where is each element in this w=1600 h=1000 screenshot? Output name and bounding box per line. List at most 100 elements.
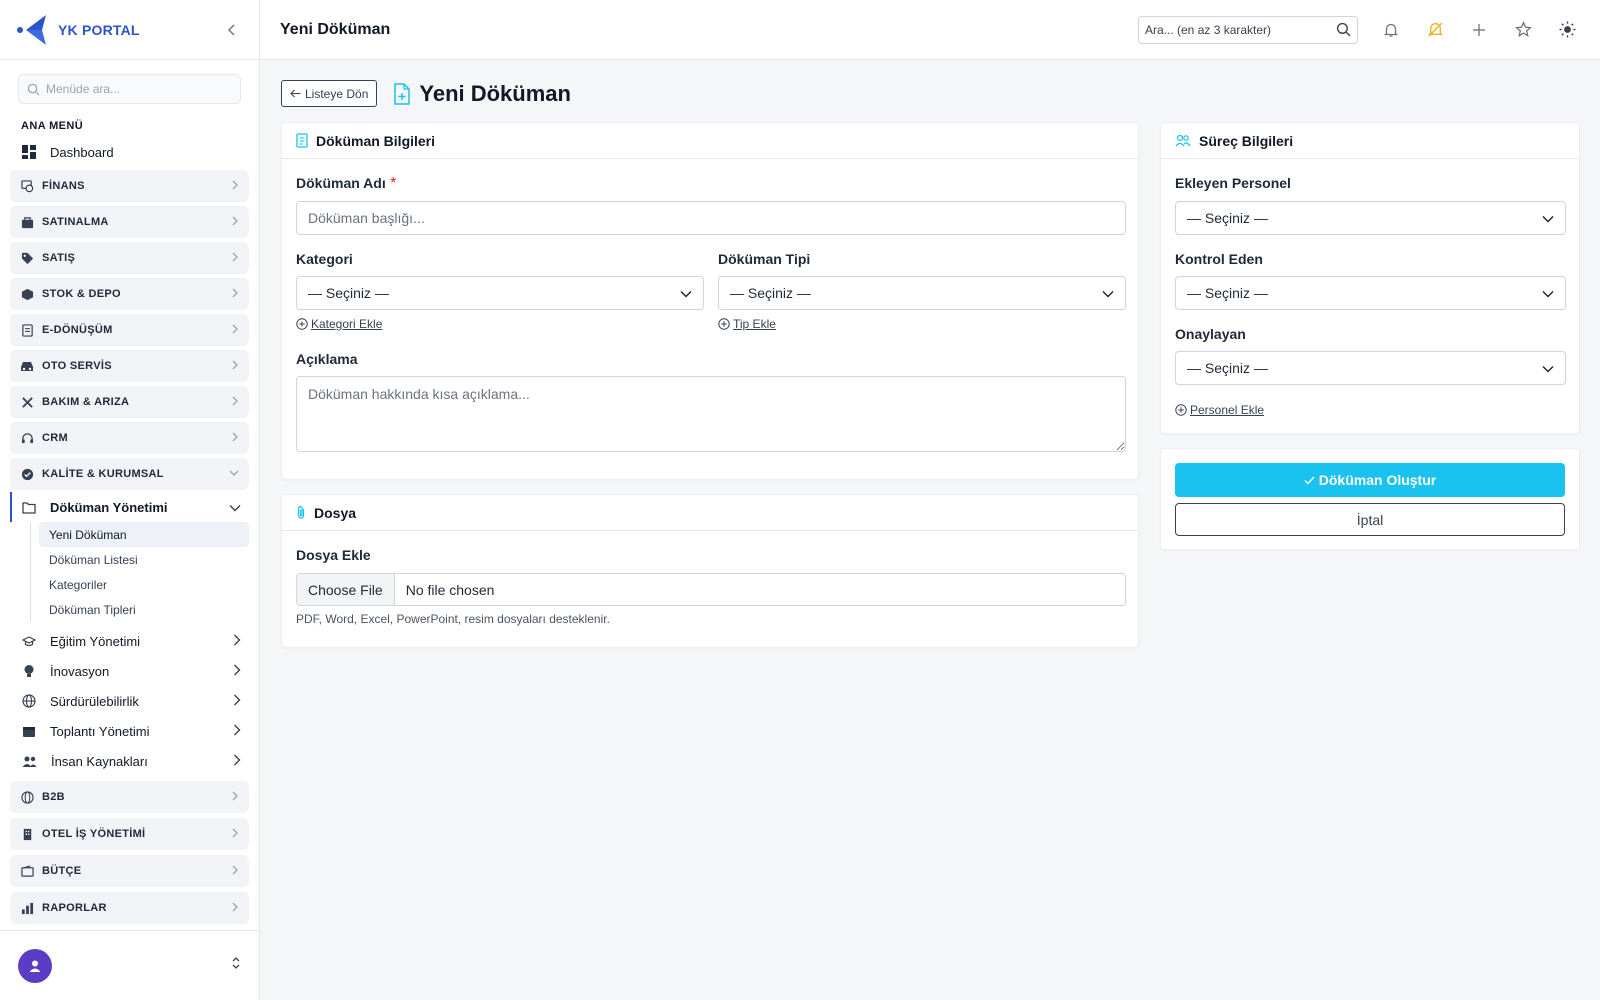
sidebar-group-raporlar[interactable]: RAPORLAR (10, 892, 249, 924)
sidebar-group-label: SATIŞ (42, 252, 76, 264)
add-category-link[interactable]: Kategori Ekle (296, 317, 382, 331)
chevron-up-down-icon (232, 957, 240, 969)
sidebar-leaf-dokuman-listesi[interactable]: Döküman Listesi (39, 547, 249, 572)
sidebar-group-satinalma[interactable]: SATINALMA (10, 206, 249, 238)
sidebar-item-dokuman-yonetimi[interactable]: Döküman Yönetimi (10, 492, 249, 522)
dashboard-icon (22, 145, 36, 159)
sidebar-group-label: KALİTE & KURUMSAL (42, 468, 164, 480)
chevron-right-icon (231, 828, 239, 841)
sidebar-group-butce[interactable]: BÜTÇE (10, 855, 249, 887)
sidebar-group-oto-servis[interactable]: OTO SERVİS (10, 350, 249, 382)
add-type-link[interactable]: Tip Ekle (718, 317, 776, 331)
approver-select-wrap: — Seçiniz — (1175, 351, 1566, 385)
chevron-right-icon (233, 664, 241, 679)
file-text-icon (296, 133, 308, 148)
chevron-right-icon (231, 252, 239, 265)
user-menu-toggle[interactable] (231, 956, 241, 975)
cancel-button[interactable]: İptal (1175, 503, 1565, 536)
sidebar-item-insan-kaynaklari[interactable]: İnsan Kaynakları (10, 746, 249, 776)
sidebar-group-stok-depo[interactable]: STOK & DEPO (10, 278, 249, 310)
sun-icon[interactable] (1554, 17, 1580, 43)
process-info-card: Süreç Bilgileri Ekleyen Personel — Seçin… (1160, 122, 1580, 434)
add-category-label: Kategori Ekle (311, 317, 383, 331)
sidebar-leaf-kategoriler[interactable]: Kategoriler (39, 572, 249, 597)
chevron-down-icon (1542, 285, 1554, 301)
bell-off-icon[interactable] (1422, 17, 1448, 43)
document-icon (20, 323, 34, 337)
card-header: Dosya (282, 495, 1138, 531)
sidebar-group-e-donusum[interactable]: E-DÖNÜŞÜM (10, 314, 249, 346)
sidebar-leaf-dokuman-tipleri[interactable]: Döküman Tipleri (39, 597, 249, 622)
approver-label: Onaylayan (1175, 326, 1246, 342)
bar-chart-icon (20, 901, 34, 915)
brand-name: YK PORTAL (58, 21, 140, 38)
search-icon (1336, 22, 1351, 37)
page-title-text: Yeni Döküman (419, 80, 571, 106)
logo-icon (16, 13, 50, 47)
star-icon[interactable] (1510, 17, 1536, 43)
choose-file-button[interactable]: Choose File (297, 574, 395, 605)
approver-select[interactable]: — Seçiniz — (1175, 351, 1566, 385)
description-label: Açıklama (296, 351, 358, 367)
document-type-select-wrap: — Seçiniz — (718, 276, 1126, 310)
submenu-list: Eğitim Yönetimi İnovasyon Sürdürülebilir… (0, 626, 259, 776)
sidebar-group-finans[interactable]: FİNANS (10, 170, 249, 202)
chevron-left-icon (228, 24, 235, 35)
sidebar-group-bakim-ariza[interactable]: BAKIM & ARIZA (10, 386, 249, 418)
notification-bell-icon[interactable] (1378, 17, 1404, 43)
card-title: Süreç Bilgileri (1199, 132, 1294, 149)
chevron-right-icon (231, 396, 239, 409)
sidebar-item-surdurulebilirlik[interactable]: Sürdürülebilirlik (10, 686, 249, 716)
document-type-select-value: — Seçiniz — (730, 285, 811, 301)
file-input[interactable]: Choose File No file chosen (296, 573, 1126, 606)
document-name-input[interactable] (296, 201, 1126, 235)
file-input-wrap: Choose File No file chosen (296, 573, 1126, 606)
document-subtree: Yeni Döküman Döküman Listesi Kategoriler… (30, 522, 259, 622)
menu-search-input[interactable] (46, 82, 226, 96)
back-to-list-button[interactable]: Listeye Dön (281, 80, 378, 107)
sidebar-item-inovasyon[interactable]: İnovasyon (10, 656, 249, 686)
sidebar-group-satis[interactable]: SATIŞ (10, 242, 249, 274)
controller-select-wrap: — Seçiniz — (1175, 276, 1566, 310)
add-personnel-link[interactable]: Personel Ekle (1175, 403, 1264, 417)
sidebar-item-egitim[interactable]: Eğitim Yönetimi (10, 626, 249, 656)
chevron-right-icon (233, 694, 241, 709)
sidebar-item-toplanti[interactable]: Toplantı Yönetimi (10, 716, 249, 746)
global-search-input[interactable] (1145, 22, 1336, 37)
card-title: Dosya (314, 504, 357, 521)
document-type-label: Döküman Tipi (718, 251, 811, 267)
add-type-label: Tip Ekle (733, 317, 776, 331)
adder-select-wrap: — Seçiniz — (1175, 201, 1566, 235)
category-select[interactable]: — Seçiniz — (296, 276, 704, 310)
plus-icon[interactable] (1466, 17, 1492, 43)
adder-select[interactable]: — Seçiniz — (1175, 201, 1566, 235)
document-type-select[interactable]: — Seçiniz — (718, 276, 1126, 310)
sidebar-collapse-button[interactable] (221, 19, 243, 41)
sidebar-group-label: STOK & DEPO (42, 288, 121, 300)
file-plus-icon (394, 82, 411, 105)
chevron-right-icon (231, 865, 239, 878)
sidebar-group-b2b[interactable]: B2B (10, 781, 249, 813)
sidebar-group-kalite-kurumsal[interactable]: KALİTE & KURUMSAL (10, 458, 249, 490)
chevron-down-icon (229, 468, 239, 480)
description-field-wrap (296, 376, 1126, 457)
sidebar-group-label: BAKIM & ARIZA (42, 396, 130, 408)
document-info-card: Döküman Bilgileri Döküman Adı * Kategori… (281, 122, 1139, 480)
create-document-button[interactable]: Döküman Oluştur (1175, 463, 1565, 497)
sidebar-group-crm[interactable]: CRM (10, 422, 249, 454)
sidebar-group-label: OTEL İŞ YÖNETİMİ (42, 828, 146, 840)
sidebar-leaf-yeni-dokuman[interactable]: Yeni Döküman (39, 522, 249, 547)
menu-groups-bottom: B2B OTEL İŞ YÖNETİMİ BÜTÇE RAPORLAR (0, 781, 259, 924)
users-icon (22, 756, 37, 767)
sidebar-item-label: Toplantı Yönetimi (50, 723, 150, 739)
controller-select[interactable]: — Seçiniz — (1175, 276, 1566, 310)
sidebar-group-label: E-DÖNÜŞÜM (42, 324, 113, 336)
sidebar-group-otel[interactable]: OTEL İŞ YÖNETİMİ (10, 818, 249, 850)
sidebar-item-dashboard[interactable]: Dashboard (10, 138, 249, 166)
avatar[interactable] (18, 948, 52, 983)
description-textarea[interactable] (296, 376, 1126, 452)
chevron-right-icon (231, 791, 239, 804)
chevron-right-icon (233, 634, 241, 649)
menu-search[interactable] (18, 74, 241, 104)
global-search[interactable] (1138, 15, 1358, 44)
